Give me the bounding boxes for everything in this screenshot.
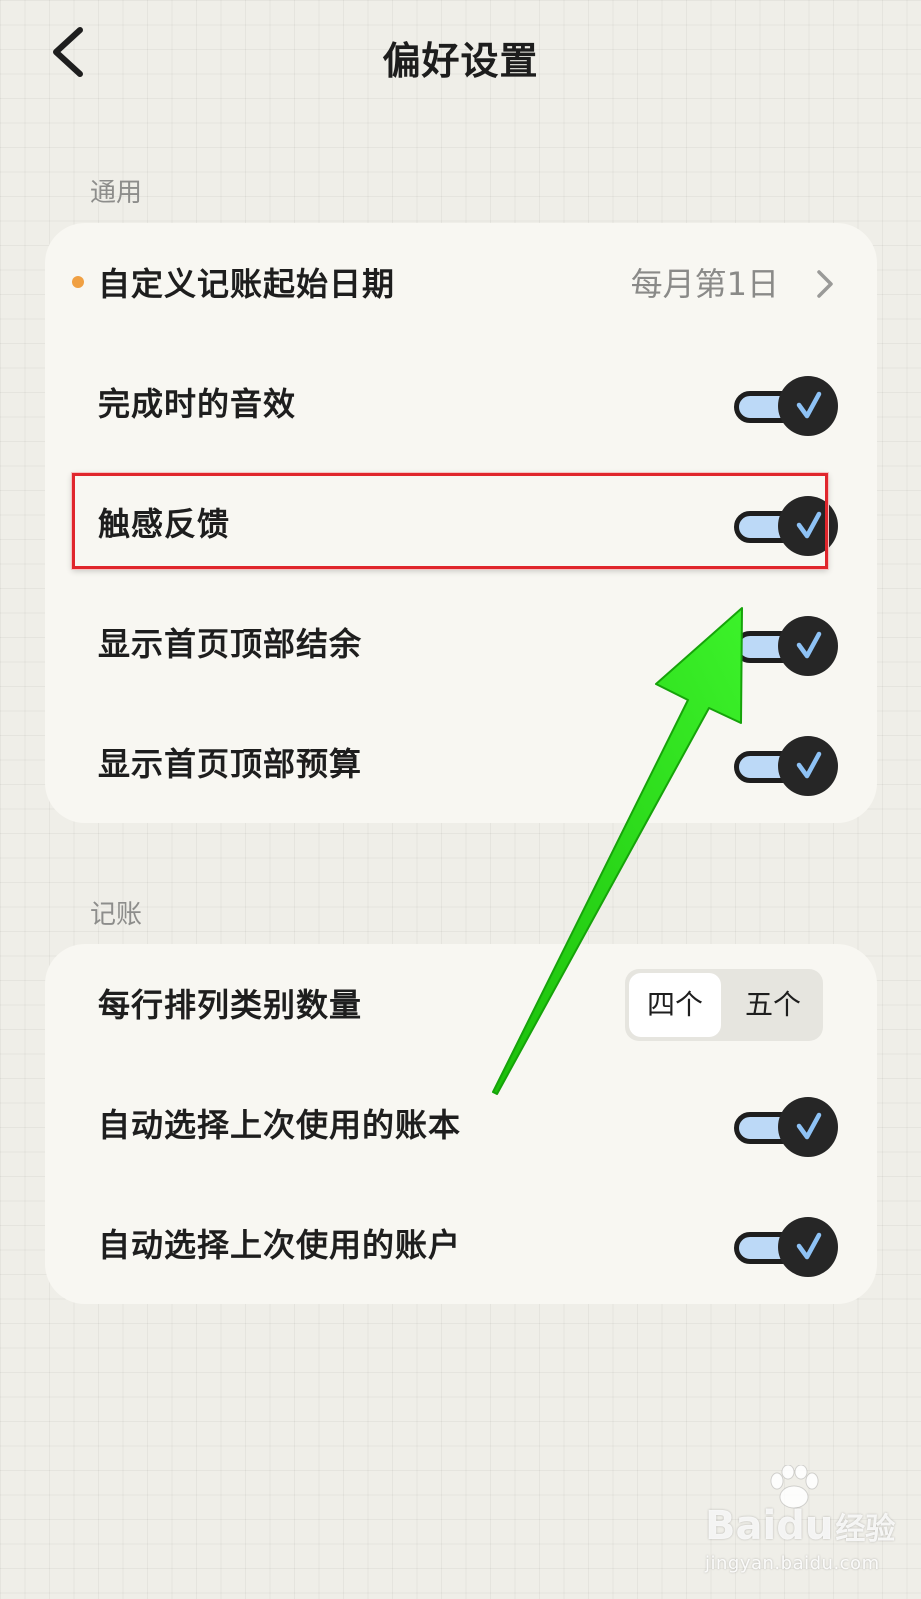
new-indicator-dot: [72, 276, 84, 288]
row-label: 每行排列类别数量: [98, 986, 363, 1024]
row-categories-per-row: 每行排列类别数量 四个 五个: [45, 944, 877, 1066]
baidu-jingyan-watermark: Baidu经验 jingyan.baidu.com: [705, 1465, 895, 1575]
row-auto-select-last-account: 自动选择上次使用的账户: [45, 1184, 877, 1306]
option-five[interactable]: 五个: [727, 973, 819, 1037]
check-icon: [796, 1112, 822, 1140]
row-label: 显示首页顶部结余: [98, 625, 363, 663]
row-accounting-start-date[interactable]: 自定义记账起始日期 每月第1日: [45, 223, 877, 345]
check-icon: [796, 1232, 822, 1260]
section-label-bookkeeping: 记账: [90, 900, 143, 930]
toggle-knob: [778, 616, 838, 676]
row-show-home-balance: 显示首页顶部结余: [45, 583, 877, 705]
check-icon: [796, 751, 822, 779]
header: 偏好设置: [0, 0, 921, 110]
section-label-general: 通用: [90, 178, 143, 208]
row-label: 完成时的音效: [98, 385, 297, 423]
bookkeeping-settings-card: 每行排列类别数量 四个 五个 自动选择上次使用的账本 自动选择上次使用的账户: [45, 944, 877, 1304]
show-home-budget-toggle[interactable]: [728, 733, 840, 797]
watermark-url: jingyan.baidu.com: [705, 1553, 880, 1574]
row-auto-select-last-ledger: 自动选择上次使用的账本: [45, 1064, 877, 1186]
row-label: 自动选择上次使用的账本: [98, 1106, 462, 1144]
toggle-knob: [778, 736, 838, 796]
row-label: 自定义记账起始日期: [98, 265, 396, 303]
toggle-knob: [778, 1217, 838, 1277]
categories-per-row-segmented-control: 四个 五个: [625, 969, 823, 1041]
page-title: 偏好设置: [382, 39, 539, 83]
row-completion-sound: 完成时的音效: [45, 343, 877, 465]
highlight-box: [72, 473, 828, 569]
row-label: 显示首页顶部预算: [98, 745, 363, 783]
completion-sound-toggle[interactable]: [728, 373, 840, 437]
toggle-knob: [778, 1097, 838, 1157]
check-icon: [796, 631, 822, 659]
chevron-right-icon: [817, 270, 833, 298]
watermark-brand: Baidu经验: [705, 1503, 896, 1549]
toggle-knob: [778, 376, 838, 436]
row-value: 每月第1日: [630, 265, 779, 303]
check-icon: [796, 391, 822, 419]
option-four[interactable]: 四个: [629, 973, 721, 1037]
show-home-balance-toggle[interactable]: [728, 613, 840, 677]
row-label: 自动选择上次使用的账户: [98, 1226, 462, 1264]
row-show-home-budget: 显示首页顶部预算: [45, 703, 877, 825]
auto-select-last-account-toggle[interactable]: [728, 1214, 840, 1278]
auto-select-last-ledger-toggle[interactable]: [728, 1094, 840, 1158]
